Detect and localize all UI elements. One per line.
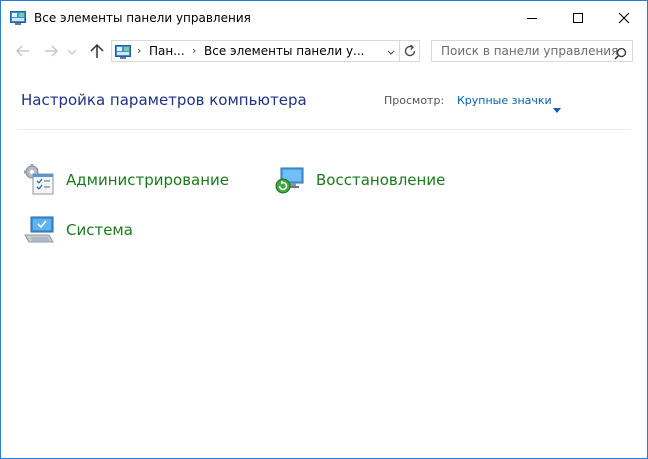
view-by-dropdown[interactable]: Крупные значки bbox=[457, 94, 552, 107]
close-icon bbox=[618, 12, 630, 24]
navigation-bar: › Пан... › Все элементы панели у... Поис… bbox=[1, 35, 647, 67]
breadcrumb-separator[interactable]: › bbox=[137, 44, 141, 57]
title-bar[interactable]: Все элементы панели управления bbox=[1, 1, 647, 35]
item-label[interactable]: Система bbox=[66, 221, 133, 239]
item-recovery[interactable]: Восстановление bbox=[273, 163, 453, 197]
search-icon[interactable] bbox=[614, 45, 627, 64]
maximize-button[interactable] bbox=[555, 1, 601, 35]
item-administrative-tools[interactable]: Администрирование bbox=[23, 163, 229, 197]
item-system[interactable]: Система bbox=[23, 213, 143, 247]
control-panel-window: Все элементы панели управления › Пан... … bbox=[0, 0, 648, 459]
address-dropdown-button[interactable] bbox=[386, 44, 396, 63]
minimize-icon bbox=[527, 18, 537, 19]
system-icon bbox=[23, 213, 57, 247]
breadcrumb-separator[interactable]: › bbox=[192, 44, 196, 57]
address-bar[interactable]: › Пан... › Все элементы панели у... bbox=[111, 40, 420, 62]
back-button[interactable] bbox=[13, 41, 33, 61]
administrative-tools-icon bbox=[23, 163, 57, 197]
view-by-label: Просмотр: bbox=[384, 94, 445, 107]
recent-locations-button[interactable] bbox=[65, 41, 79, 61]
search-box[interactable]: Поиск в панели управления bbox=[431, 40, 633, 62]
control-panel-icon bbox=[115, 44, 131, 63]
caret-down-icon[interactable] bbox=[553, 98, 561, 117]
search-input[interactable]: Поиск в панели управления bbox=[441, 44, 618, 58]
recovery-icon bbox=[273, 163, 307, 197]
forward-button[interactable] bbox=[41, 41, 61, 61]
minimize-button[interactable] bbox=[509, 1, 555, 35]
item-label[interactable]: Восстановление bbox=[316, 171, 445, 189]
divider bbox=[17, 129, 631, 130]
chevron-down-icon bbox=[67, 49, 77, 55]
arrow-up-icon bbox=[90, 43, 104, 58]
refresh-icon bbox=[404, 44, 416, 57]
breadcrumb-all-items[interactable]: Все элементы панели у... bbox=[204, 44, 364, 58]
item-label[interactable]: Администрирование bbox=[66, 171, 229, 189]
up-button[interactable] bbox=[87, 41, 107, 61]
control-panel-icon bbox=[10, 10, 26, 25]
close-button[interactable] bbox=[601, 1, 647, 35]
chevron-down-icon bbox=[387, 50, 395, 55]
maximize-icon bbox=[573, 13, 583, 23]
arrow-left-icon bbox=[16, 45, 29, 57]
arrow-right-icon bbox=[45, 45, 58, 57]
breadcrumb-control-panel[interactable]: Пан... bbox=[149, 44, 185, 58]
page-title: Настройка параметров компьютера bbox=[21, 91, 307, 109]
refresh-button[interactable] bbox=[399, 41, 420, 61]
window-title: Все элементы панели управления bbox=[34, 11, 251, 25]
